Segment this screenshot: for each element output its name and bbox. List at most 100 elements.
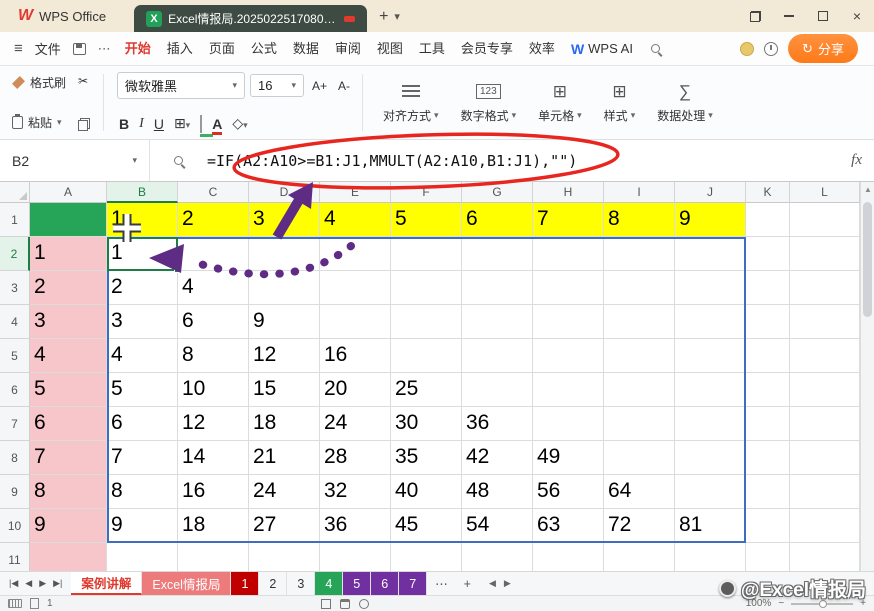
menu-tab-工具[interactable]: 工具	[411, 32, 453, 65]
cell-F11[interactable]	[391, 543, 462, 571]
cell-J1[interactable]: 9	[675, 203, 746, 237]
cell-J6[interactable]	[675, 373, 746, 407]
cell-D9[interactable]: 24	[249, 475, 320, 509]
toolbar-group-对齐方式[interactable]: 对齐方式▾	[372, 71, 450, 134]
column-header-F[interactable]: F	[391, 182, 462, 203]
menu-tab-效率[interactable]: 效率	[521, 32, 563, 65]
cell-A3[interactable]: 2	[30, 271, 107, 305]
row-header-11[interactable]: 11	[0, 543, 30, 571]
cell-F1[interactable]: 5	[391, 203, 462, 237]
cell-L6[interactable]	[790, 373, 860, 407]
cell-G6[interactable]	[462, 373, 533, 407]
cell-C7[interactable]: 12	[178, 407, 249, 441]
cell-H7[interactable]	[533, 407, 604, 441]
cell-L2[interactable]	[790, 237, 860, 271]
borders-button[interactable]: ⊞▾	[174, 115, 190, 132]
sheet-tab-4[interactable]: 4	[315, 572, 343, 595]
cell-G10[interactable]: 54	[462, 509, 533, 543]
cell-K10[interactable]	[746, 509, 790, 543]
cell-E7[interactable]: 24	[320, 407, 391, 441]
cell-E4[interactable]	[320, 305, 391, 339]
cell-I2[interactable]	[604, 237, 675, 271]
restore-window-button[interactable]	[738, 0, 772, 32]
row-header-10[interactable]: 10	[0, 509, 30, 543]
cell-J9[interactable]	[675, 475, 746, 509]
cell-B9[interactable]: 8	[107, 475, 178, 509]
increase-font-button[interactable]: A+	[309, 77, 330, 95]
cell-B2[interactable]: 1	[107, 237, 178, 271]
cell-J7[interactable]	[675, 407, 746, 441]
cell-F6[interactable]: 25	[391, 373, 462, 407]
name-box[interactable]: B2 ▾	[0, 140, 150, 181]
cell-L8[interactable]	[790, 441, 860, 475]
row-header-3[interactable]: 3	[0, 271, 30, 305]
cell-E11[interactable]	[320, 543, 391, 571]
cell-D4[interactable]: 9	[249, 305, 320, 339]
cell-J4[interactable]	[675, 305, 746, 339]
toolbar-group-样式[interactable]: ⊞样式▾	[593, 71, 647, 134]
column-header-G[interactable]: G	[462, 182, 533, 203]
save-icon[interactable]	[73, 43, 86, 55]
cell-B3[interactable]: 2	[107, 271, 178, 305]
column-header-H[interactable]: H	[533, 182, 604, 203]
cell-L11[interactable]	[790, 543, 860, 571]
cell-A8[interactable]: 7	[30, 441, 107, 475]
fill-color-button[interactable]	[200, 116, 202, 132]
insert-function-button[interactable]: fx	[851, 152, 874, 169]
cell-C9[interactable]: 16	[178, 475, 249, 509]
tab-list-chevron-icon[interactable]: ▾	[394, 2, 400, 32]
cell-L10[interactable]	[790, 509, 860, 543]
cell-A6[interactable]: 5	[30, 373, 107, 407]
reading-view-icon[interactable]	[359, 599, 369, 609]
cell-K4[interactable]	[746, 305, 790, 339]
share-button[interactable]: ↻ 分享	[788, 34, 858, 63]
scroll-up-icon[interactable]: ▲	[861, 185, 874, 194]
minimize-button[interactable]	[772, 0, 806, 32]
cell-C11[interactable]	[178, 543, 249, 571]
cell-E2[interactable]	[320, 237, 391, 271]
cell-B6[interactable]: 5	[107, 373, 178, 407]
cell-A9[interactable]: 8	[30, 475, 107, 509]
tabs-scroll-left-icon[interactable]: ◀	[489, 578, 496, 589]
cell-D5[interactable]: 12	[249, 339, 320, 373]
first-sheet-button[interactable]: |◀	[9, 578, 18, 589]
font-size-select[interactable]: 16 ▾	[250, 74, 304, 97]
cell-I9[interactable]: 64	[604, 475, 675, 509]
more-menu-icon[interactable]: ⋯	[92, 41, 117, 57]
cut-button[interactable]: ✂	[74, 72, 94, 90]
cell-G9[interactable]: 48	[462, 475, 533, 509]
sheet-tab-7[interactable]: 7	[399, 572, 427, 595]
paste-button[interactable]: 粘贴 ▾	[8, 112, 70, 133]
cell-D3[interactable]	[249, 271, 320, 305]
cell-H10[interactable]: 63	[533, 509, 604, 543]
cell-C8[interactable]: 14	[178, 441, 249, 475]
zoom-out-button[interactable]: −	[778, 598, 784, 609]
cell-E3[interactable]	[320, 271, 391, 305]
menu-tab-插入[interactable]: 插入	[159, 32, 201, 65]
menu-tab-公式[interactable]: 公式	[243, 32, 285, 65]
italic-button[interactable]: I	[139, 116, 144, 132]
cell-B10[interactable]: 9	[107, 509, 178, 543]
cell-H9[interactable]: 56	[533, 475, 604, 509]
cell-I4[interactable]	[604, 305, 675, 339]
fill-handle[interactable]	[174, 267, 180, 273]
cell-K1[interactable]	[746, 203, 790, 237]
column-header-I[interactable]: I	[604, 182, 675, 203]
underline-button[interactable]: U	[154, 116, 164, 132]
cell-A2[interactable]: 1	[30, 237, 107, 271]
cell-E9[interactable]: 32	[320, 475, 391, 509]
column-header-J[interactable]: J	[675, 182, 746, 203]
cell-C1[interactable]: 2	[178, 203, 249, 237]
cell-L4[interactable]	[790, 305, 860, 339]
cell-H4[interactable]	[533, 305, 604, 339]
cell-I6[interactable]	[604, 373, 675, 407]
cell-I11[interactable]	[604, 543, 675, 571]
history-clock-icon[interactable]	[764, 42, 778, 56]
cell-B11[interactable]	[107, 543, 178, 571]
sheet-tab-3[interactable]: 3	[287, 572, 315, 595]
row-header-5[interactable]: 5	[0, 339, 30, 373]
toolbar-group-数据处理[interactable]: ∑数据处理▾	[646, 71, 724, 134]
row-header-7[interactable]: 7	[0, 407, 30, 441]
vertical-scrollbar[interactable]: ▲	[860, 182, 874, 571]
cell-K5[interactable]	[746, 339, 790, 373]
